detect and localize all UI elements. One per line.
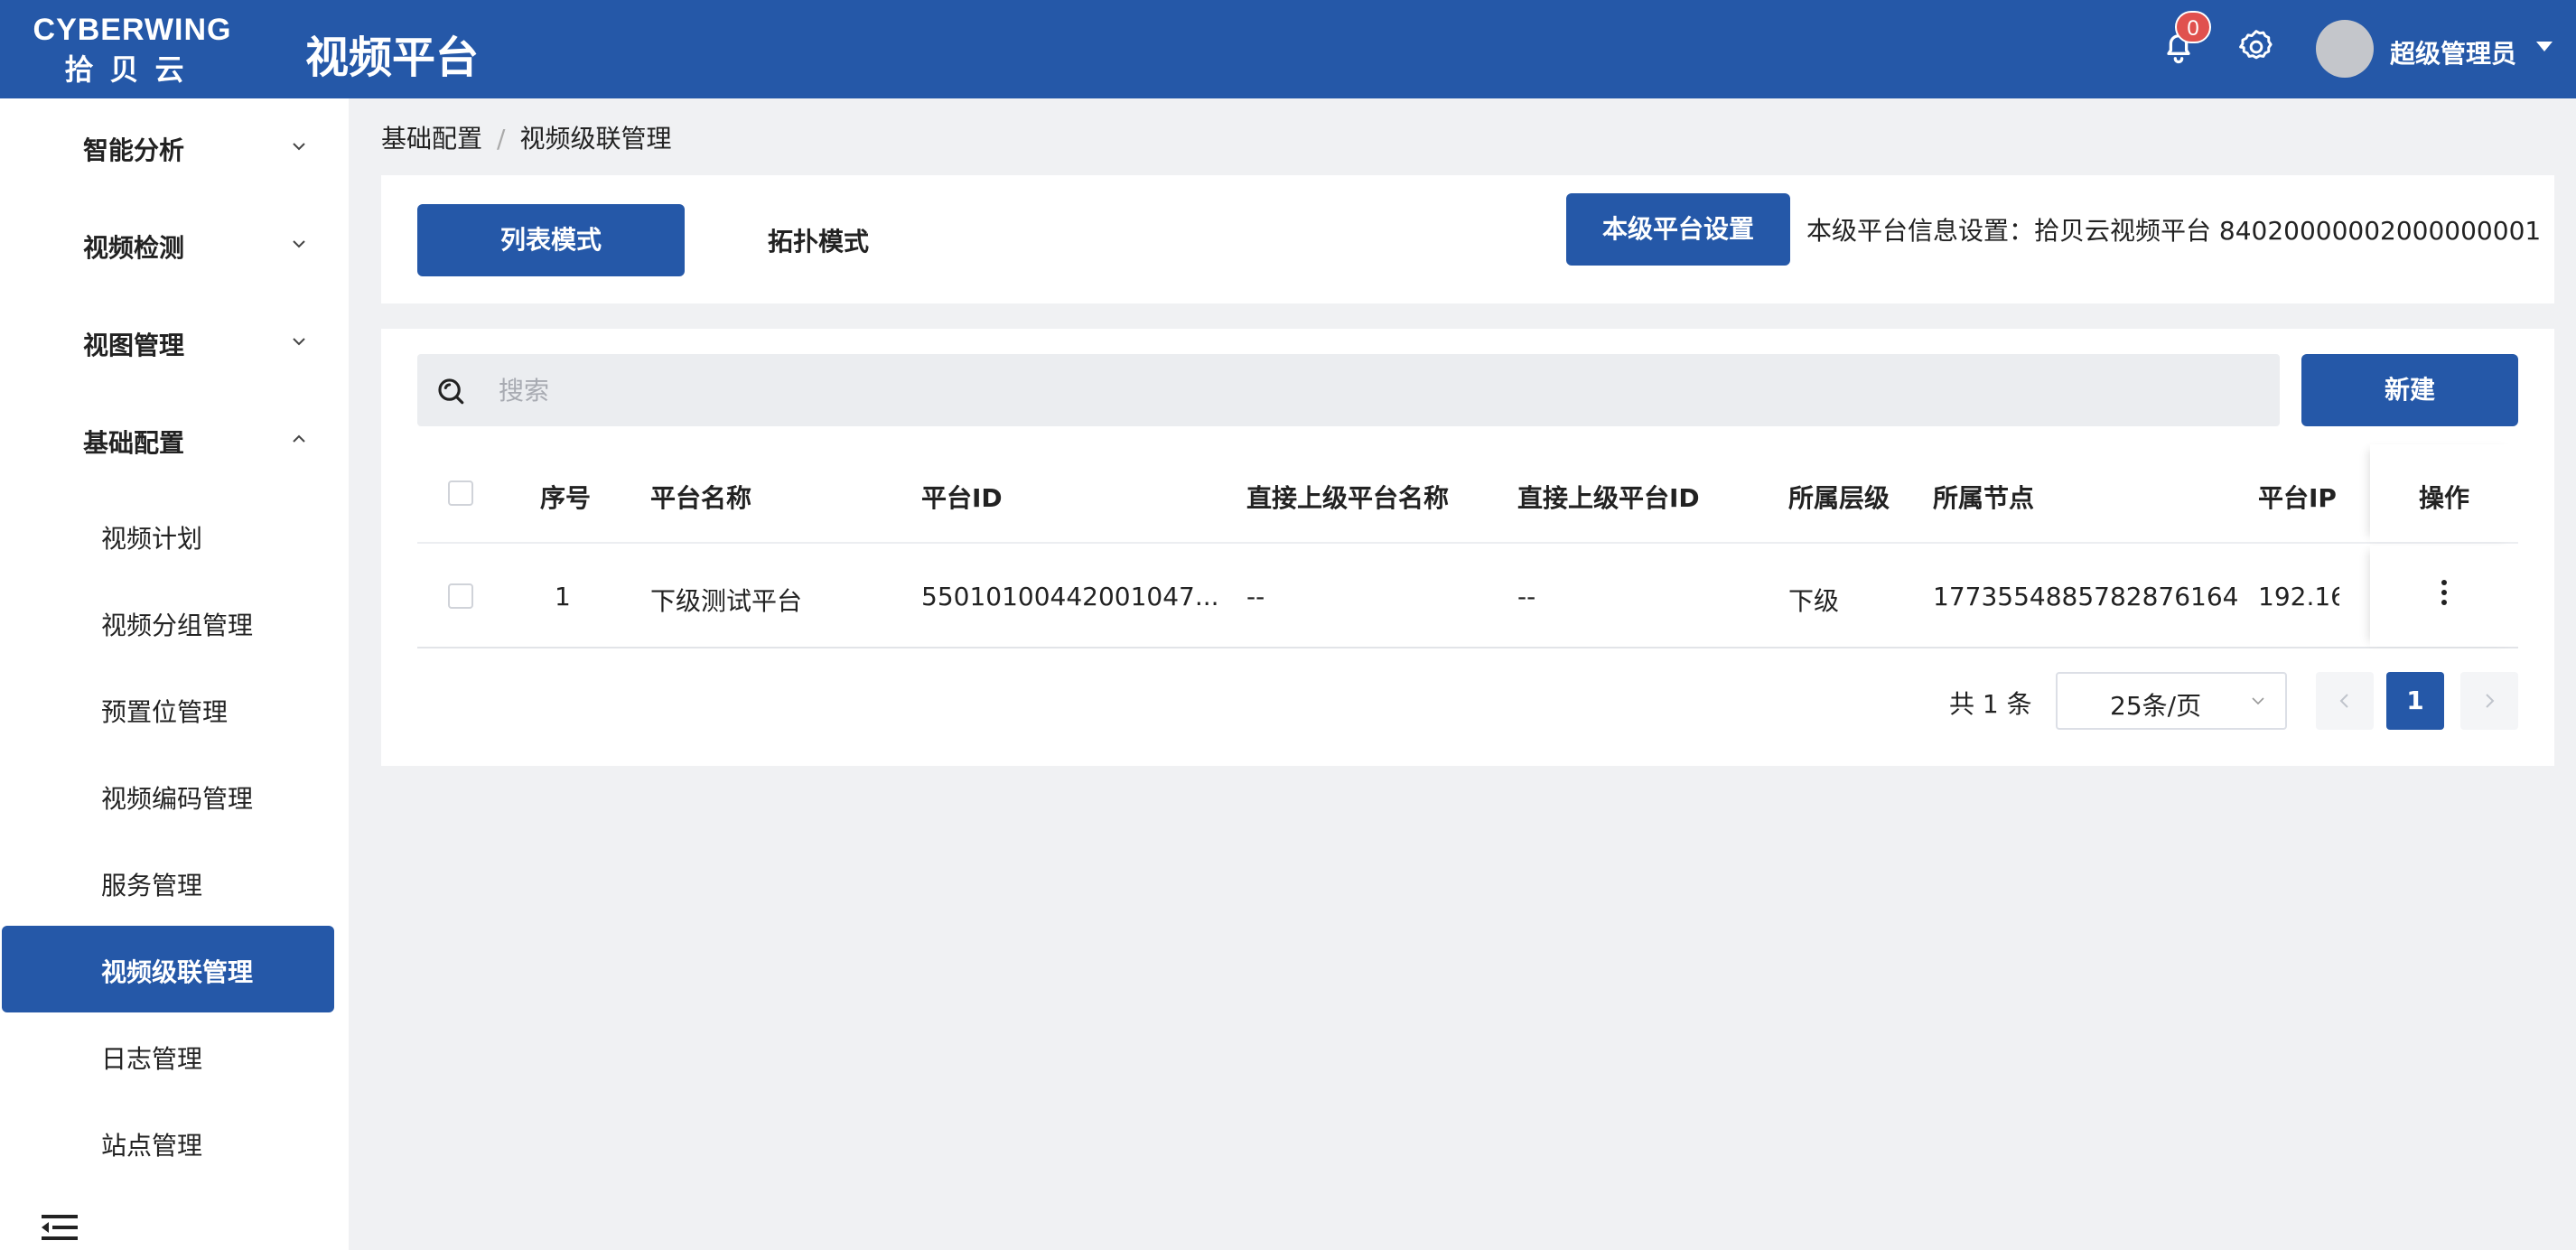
top-header: CYBERWING 拾贝云 视频平台 0 超级管理员: [0, 0, 2576, 98]
sidebar-item-label: 视频分组管理: [101, 611, 254, 640]
chevron-down-icon: [293, 143, 305, 151]
mode-toolbar: 列表模式 拓扑模式 本级平台设置 本级平台信息设置：拾贝云视频平台 840200…: [381, 175, 2554, 303]
platform-settings-button[interactable]: 本级平台设置: [1566, 193, 1790, 266]
sidebar-item-preset[interactable]: 预置位管理: [0, 666, 349, 752]
cascade-list-panel: 新建 序号 平台名称 平台ID 直接上级平台名称 直接上级平台ID 所属层级 所…: [381, 329, 2554, 766]
platform-info-text: 本级平台信息设置：拾贝云视频平台 84020000002000000001: [1806, 216, 2542, 246]
sidebar-item-label: 日志管理: [101, 1044, 203, 1074]
sidebar-item-video-plan[interactable]: 视频计划: [0, 492, 349, 579]
collapse-menu-icon[interactable]: [42, 1213, 78, 1242]
sidebar-item-label: 视频计划: [101, 524, 203, 554]
search-bar[interactable]: [417, 354, 2280, 426]
chevron-right-icon: [2486, 694, 2495, 708]
cell-platform-name: 下级测试平台: [650, 586, 803, 616]
sidebar-item-label: 预置位管理: [101, 697, 229, 727]
user-menu-caret-icon[interactable]: [2536, 42, 2553, 51]
sidebar-group-label: 智能分析: [83, 135, 185, 165]
breadcrumb: 基础配置 / 视频级联管理: [381, 119, 671, 155]
new-button[interactable]: 新建: [2301, 354, 2518, 426]
prev-page-button[interactable]: [2316, 672, 2374, 730]
logo-text-en: CYBERWING: [33, 13, 232, 47]
column-header[interactable]: 所属节点: [1933, 479, 2034, 515]
more-actions-icon[interactable]: [2435, 580, 2453, 612]
page-number-button[interactable]: 1: [2386, 672, 2444, 730]
table-header: 序号 平台名称 平台ID 直接上级平台名称 直接上级平台ID 所属层级 所属节点…: [417, 444, 2518, 544]
sidebar-item-service[interactable]: 服务管理: [0, 839, 349, 926]
column-header: 操作: [2418, 483, 2469, 513]
sidebar-group-view-management[interactable]: 视图管理: [0, 310, 349, 373]
chevron-down-icon: [2252, 697, 2264, 705]
topology-mode-button[interactable]: 拓扑模式: [768, 222, 869, 258]
search-input[interactable]: [499, 367, 2215, 414]
settings-gear-icon[interactable]: [2236, 27, 2283, 74]
list-mode-button[interactable]: 列表模式: [417, 204, 685, 276]
sidebar-item-label: 视频编码管理: [101, 784, 254, 814]
brand-logo[interactable]: CYBERWING 拾贝云: [31, 13, 234, 87]
column-header[interactable]: 平台IP: [2258, 479, 2339, 515]
sidebar-item-label: 视频级联管理: [101, 957, 254, 987]
next-page-button[interactable]: [2460, 672, 2518, 730]
cell-index: 1: [555, 582, 571, 611]
sidebar-group-basic-config[interactable]: 基础配置: [0, 407, 349, 471]
cell-node: 1773554885782876164: [1933, 582, 2239, 611]
sidebar-nav: 智能分析 视频检测 视图管理 基础配置 视频计划 视频分组管理 预置位管理 视频…: [0, 98, 349, 1250]
sidebar-item-sites[interactable]: 站点管理: [0, 1099, 349, 1186]
sidebar-group-label: 基础配置: [83, 428, 185, 458]
cell-platform-id: 55010100442001047...: [921, 582, 1219, 611]
page-size-select[interactable]: 25条/页: [2056, 672, 2287, 730]
sidebar-item-video-group[interactable]: 视频分组管理: [0, 579, 349, 666]
sidebar-item-video-encoding[interactable]: 视频编码管理: [0, 752, 349, 839]
page-size-value: 25条/页: [2110, 691, 2202, 721]
app-title: 视频平台: [305, 33, 480, 83]
sidebar-group-video-detection[interactable]: 视频检测: [0, 212, 349, 275]
chevron-left-icon: [2339, 694, 2348, 708]
column-header[interactable]: 直接上级平台名称: [1246, 479, 1449, 515]
row-checkbox[interactable]: [448, 583, 473, 609]
cell-level: 下级: [1788, 586, 1840, 616]
column-header[interactable]: 平台ID: [921, 479, 1003, 515]
column-header[interactable]: 直接上级平台ID: [1517, 479, 1700, 515]
sidebar-item-video-cascade[interactable]: 视频级联管理: [2, 926, 334, 1012]
sidebar-item-label: 站点管理: [101, 1131, 203, 1161]
sidebar-item-label: 服务管理: [101, 871, 203, 900]
breadcrumb-current: 视频级联管理: [519, 124, 672, 154]
sidebar-group-label: 视频检测: [83, 233, 185, 263]
username-label[interactable]: 超级管理员: [2390, 34, 2516, 70]
row-actions: [2370, 546, 2518, 647]
breadcrumb-separator: /: [497, 124, 506, 154]
select-all-checkbox[interactable]: [448, 480, 473, 506]
breadcrumb-parent[interactable]: 基础配置: [381, 124, 482, 154]
user-avatar[interactable]: [2316, 20, 2374, 78]
notification-badge: 0: [2175, 11, 2211, 43]
pagination-total: 共 1 条: [1949, 689, 2032, 719]
table-row[interactable]: 1 下级测试平台 55010100442001047... -- -- 下级 1…: [417, 546, 2518, 648]
sidebar-group-smart-analysis[interactable]: 智能分析: [0, 115, 349, 178]
column-header[interactable]: 所属层级: [1788, 479, 1890, 515]
chevron-down-icon: [293, 240, 305, 248]
logo-text-cn: 拾贝云: [64, 52, 201, 87]
column-header[interactable]: 平台名称: [650, 479, 751, 515]
cell-parent-id: --: [1517, 582, 1536, 611]
sidebar-group-label: 视图管理: [83, 331, 185, 360]
chevron-down-icon: [293, 338, 305, 346]
search-icon: [438, 378, 464, 405]
cell-platform-ip: 192.168: [2258, 582, 2339, 611]
cell-parent-name: --: [1246, 582, 1265, 611]
sidebar-item-logs[interactable]: 日志管理: [0, 1012, 349, 1099]
chevron-up-icon: [293, 434, 305, 443]
actions-column-header: 操作: [2370, 444, 2518, 542]
column-header[interactable]: 序号: [540, 479, 591, 515]
